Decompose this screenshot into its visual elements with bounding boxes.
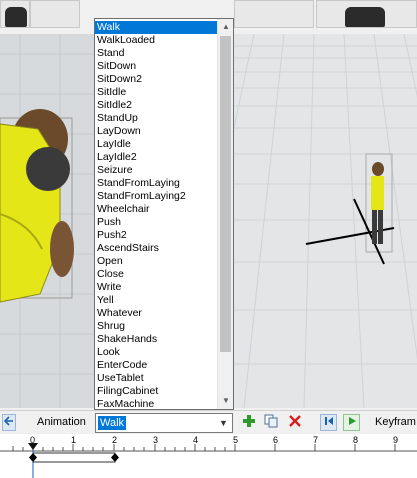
animation-select-value: Walk bbox=[98, 416, 127, 430]
animation-option-walkloaded[interactable]: WalkLoaded bbox=[95, 34, 217, 47]
animation-option-sitidle[interactable]: SitIdle bbox=[95, 86, 217, 99]
character-top-view[interactable] bbox=[0, 34, 96, 408]
play-button[interactable] bbox=[343, 414, 360, 431]
viewport-thumbnail[interactable] bbox=[0, 0, 30, 28]
animation-option-laydown[interactable]: LayDown bbox=[95, 125, 217, 138]
animation-option-sitidle2[interactable]: SitIdle2 bbox=[95, 99, 217, 112]
animation-option-stand[interactable]: Stand bbox=[95, 47, 217, 60]
animation-option-wheelchair[interactable]: Wheelchair bbox=[95, 203, 217, 216]
character-standing[interactable] bbox=[234, 34, 417, 408]
copy-animation-button[interactable] bbox=[262, 414, 279, 431]
animation-option-shrug[interactable]: Shrug bbox=[95, 320, 217, 333]
back-button[interactable] bbox=[2, 414, 16, 431]
animation-option-seizure[interactable]: Seizure bbox=[95, 164, 217, 177]
animation-option-close[interactable]: Close bbox=[95, 268, 217, 281]
viewport-thumbnail[interactable] bbox=[316, 0, 417, 28]
play-icon bbox=[348, 417, 356, 425]
animation-option-walk[interactable]: Walk bbox=[95, 21, 217, 34]
animation-select[interactable]: Walk ▼ bbox=[95, 413, 233, 433]
animation-option-yell[interactable]: Yell bbox=[95, 294, 217, 307]
animation-option-standup[interactable]: StandUp bbox=[95, 112, 217, 125]
left-3d-viewport[interactable] bbox=[0, 34, 96, 408]
animation-option-push2[interactable]: Push2 bbox=[95, 229, 217, 242]
animation-dropdown-list[interactable]: Walk WalkLoaded Stand SitDown SitDown2 S… bbox=[94, 18, 234, 410]
animation-option-ascendstairs[interactable]: AscendStairs bbox=[95, 242, 217, 255]
keyframe-track[interactable] bbox=[0, 434, 417, 478]
skip-start-icon bbox=[324, 417, 333, 425]
animation-option-entercode[interactable]: EnterCode bbox=[95, 359, 217, 372]
animation-option-filingcabinet[interactable]: FilingCabinet bbox=[95, 385, 217, 398]
add-animation-button[interactable] bbox=[240, 414, 257, 431]
keyframe-label: Keyfram bbox=[375, 416, 416, 428]
animation-option-open[interactable]: Open bbox=[95, 255, 217, 268]
animation-options: Walk WalkLoaded Stand SitDown SitDown2 S… bbox=[95, 21, 217, 411]
animation-option-whatever[interactable]: Whatever bbox=[95, 307, 217, 320]
animation-option-write[interactable]: Write bbox=[95, 281, 217, 294]
x-icon bbox=[288, 415, 301, 427]
plus-icon bbox=[242, 415, 255, 427]
right-3d-viewport[interactable] bbox=[234, 34, 417, 408]
chevron-down-icon[interactable]: ▼ bbox=[215, 414, 232, 432]
scroll-down-arrow-icon[interactable]: ▼ bbox=[218, 393, 234, 409]
animation-timeline[interactable]: 0 1 2 3 4 5 6 7 8 9 bbox=[0, 434, 417, 478]
skip-to-start-button[interactable] bbox=[320, 414, 337, 431]
animation-option-standfromlaying2[interactable]: StandFromLaying2 bbox=[95, 190, 217, 203]
animation-option-usetablet[interactable]: UseTablet bbox=[95, 372, 217, 385]
animation-option-standfromlaying[interactable]: StandFromLaying bbox=[95, 177, 217, 190]
animation-option-layidle[interactable]: LayIdle bbox=[95, 138, 217, 151]
dropdown-scrollbar[interactable]: ▲ ▼ bbox=[217, 19, 233, 409]
animation-label: Animation bbox=[37, 416, 86, 428]
viewport-thumbnail[interactable] bbox=[30, 0, 80, 28]
animation-option-shakehands[interactable]: ShakeHands bbox=[95, 333, 217, 346]
viewport-thumbnail[interactable] bbox=[234, 0, 314, 28]
animation-option-layidle2[interactable]: LayIdle2 bbox=[95, 151, 217, 164]
animation-option-sitdown[interactable]: SitDown bbox=[95, 60, 217, 73]
animation-option-look[interactable]: Look bbox=[95, 346, 217, 359]
scroll-up-arrow-icon[interactable]: ▲ bbox=[218, 19, 234, 35]
copy-icon bbox=[264, 414, 277, 428]
delete-animation-button[interactable] bbox=[286, 414, 303, 431]
scrollbar-thumb[interactable] bbox=[220, 36, 231, 352]
arrow-left-icon bbox=[3, 416, 13, 426]
animation-toolbar: Animation Walk ▼ Keyfram bbox=[0, 410, 417, 434]
animation-option-push[interactable]: Push bbox=[95, 216, 217, 229]
animation-option-sitdown2[interactable]: SitDown2 bbox=[95, 73, 217, 86]
